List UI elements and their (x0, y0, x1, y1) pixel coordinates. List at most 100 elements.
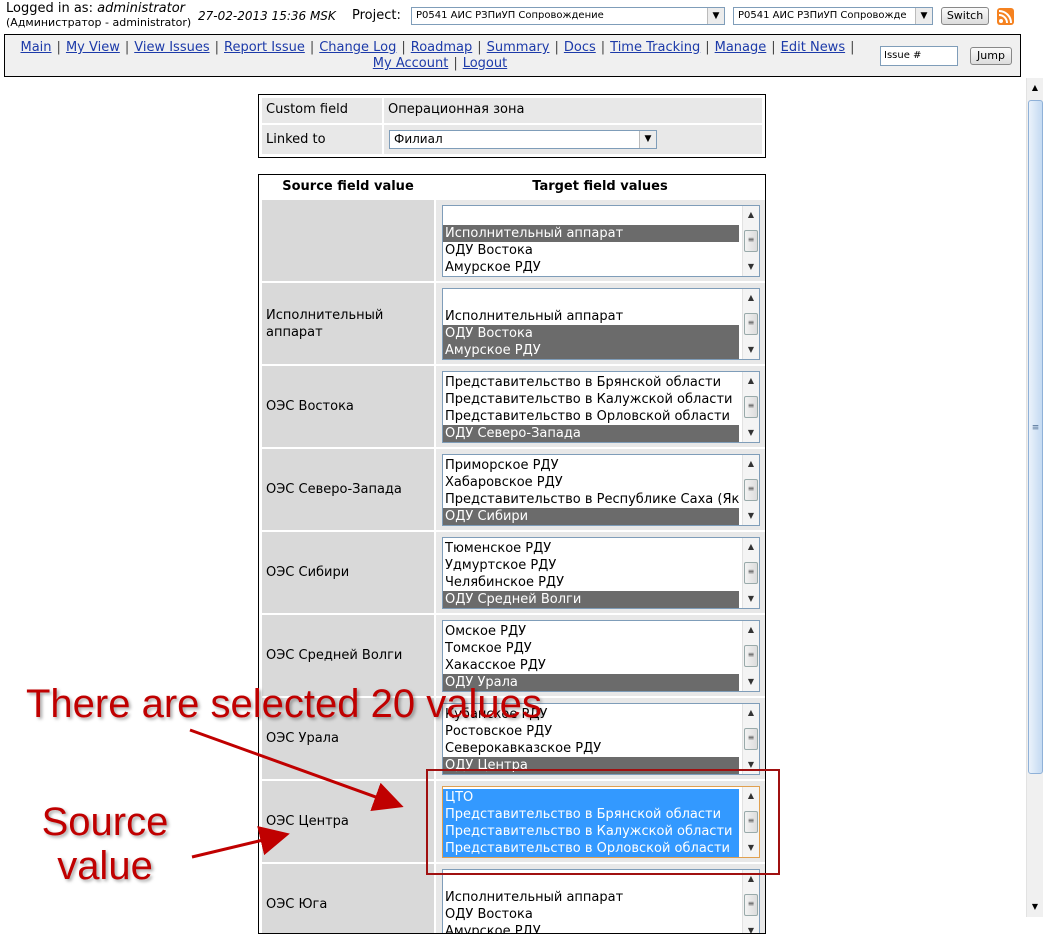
scroll-up-icon[interactable]: ▲ (1027, 80, 1043, 96)
scroll-thumb[interactable]: ≡ (744, 396, 758, 418)
scroll-down-icon[interactable]: ▼ (1027, 899, 1043, 915)
listbox-scrollbar[interactable]: ▲ ≡ ▼ (742, 621, 759, 691)
listbox-option[interactable]: Представительство в Орловской области (443, 840, 739, 857)
scroll-thumb[interactable]: ≡ (744, 728, 758, 750)
rss-icon[interactable] (997, 8, 1014, 25)
listbox-option[interactable]: ЦТО (443, 789, 739, 806)
listbox-option[interactable]: Хакасское РДУ (443, 657, 739, 674)
target-values-listbox[interactable]: Приморское РДУ Хабаровское РДУ Представите… (442, 454, 760, 526)
listbox-option[interactable]: ОДУ Востока (443, 325, 739, 342)
scroll-down-icon[interactable]: ▼ (743, 509, 759, 523)
page-scrollbar[interactable]: ▲ ≡ ▼ (1026, 78, 1043, 917)
listbox-option[interactable]: Исполнительный аппарат (443, 225, 739, 242)
listbox-option[interactable]: ОДУ Северо-Запада (443, 425, 739, 442)
menu-link-manage[interactable]: Manage (715, 40, 767, 55)
page-scroll-thumb[interactable]: ≡ (1028, 100, 1043, 774)
scroll-up-icon[interactable]: ▲ (743, 789, 759, 803)
chevron-down-icon[interactable]: ▼ (639, 131, 656, 148)
listbox-option[interactable]: ОДУ Средней Волги (443, 591, 739, 608)
listbox-scrollbar[interactable]: ▲ ≡ ▼ (742, 787, 759, 857)
menu-link-edit-news[interactable]: Edit News (781, 40, 845, 55)
menu-link-my-view[interactable]: My View (66, 40, 120, 55)
listbox-option[interactable] (443, 291, 739, 308)
menu-link-summary[interactable]: Summary (487, 40, 550, 55)
target-values-listbox[interactable]: Представительство в Брянской области Пред… (442, 371, 760, 443)
listbox-option[interactable]: ОДУ Востока (443, 906, 739, 923)
listbox-scrollbar[interactable]: ▲ ≡ ▼ (742, 704, 759, 774)
menu-link-docs[interactable]: Docs (564, 40, 596, 55)
scroll-up-icon[interactable]: ▲ (743, 457, 759, 471)
listbox-scrollbar[interactable]: ▲ ≡ ▼ (742, 289, 759, 359)
listbox-scrollbar[interactable]: ▲ ≡ ▼ (742, 538, 759, 608)
scroll-up-icon[interactable]: ▲ (743, 540, 759, 554)
listbox-option[interactable]: Представительство в Республике Саха (Яку… (443, 491, 739, 508)
listbox-option[interactable]: ОДУ Востока (443, 242, 739, 259)
scroll-thumb[interactable]: ≡ (744, 230, 758, 252)
listbox-option[interactable]: Представительство в Брянской области (443, 374, 739, 391)
scroll-down-icon[interactable]: ▼ (743, 260, 759, 274)
scroll-thumb[interactable]: ≡ (744, 562, 758, 584)
scroll-down-icon[interactable]: ▼ (743, 758, 759, 772)
switch-button[interactable]: Switch (941, 7, 989, 25)
menu-link-time-tracking[interactable]: Time Tracking (610, 40, 700, 55)
scroll-down-icon[interactable]: ▼ (743, 592, 759, 606)
scroll-thumb[interactable]: ≡ (744, 811, 758, 833)
listbox-option[interactable] (443, 872, 739, 889)
scroll-thumb[interactable]: ≡ (744, 894, 758, 916)
scroll-up-icon[interactable]: ▲ (743, 623, 759, 637)
target-values-listbox[interactable]: Тюменское РДУ Удмуртское РДУ Челябинское Р… (442, 537, 760, 609)
login-username[interactable]: administrator (97, 1, 185, 16)
scroll-thumb[interactable]: ≡ (744, 645, 758, 667)
listbox-option[interactable]: Исполнительный аппарат (443, 889, 739, 906)
issue-number-input[interactable]: Issue # (880, 46, 958, 66)
scroll-up-icon[interactable]: ▲ (743, 291, 759, 305)
scroll-up-icon[interactable]: ▲ (743, 374, 759, 388)
scroll-down-icon[interactable]: ▼ (743, 675, 759, 689)
listbox-option[interactable]: Представительство в Орловской области (443, 408, 739, 425)
target-values-listbox[interactable]: ЦТО Представительство в Брянской области П… (442, 786, 760, 858)
menu-link-my-account[interactable]: My Account (373, 56, 449, 71)
project-select[interactable]: P0541 АИС РЗПиУП Сопровождение ▼ (411, 7, 725, 25)
scroll-up-icon[interactable]: ▲ (743, 208, 759, 222)
listbox-option[interactable]: Амурское РДУ (443, 923, 739, 933)
scroll-thumb[interactable]: ≡ (744, 313, 758, 335)
listbox-scrollbar[interactable]: ▲ ≡ ▼ (742, 870, 759, 933)
scroll-down-icon[interactable]: ▼ (743, 426, 759, 440)
menu-link-change-log[interactable]: Change Log (319, 40, 396, 55)
listbox-scrollbar[interactable]: ▲ ≡ ▼ (742, 455, 759, 525)
listbox-option[interactable]: Томское РДУ (443, 640, 739, 657)
chevron-down-icon[interactable]: ▼ (707, 8, 724, 24)
listbox-option[interactable]: Представительство в Калужской области (443, 823, 739, 840)
listbox-option[interactable]: Тюменское РДУ (443, 540, 739, 557)
listbox-option[interactable]: Исполнительный аппарат (443, 308, 739, 325)
menu-link-main[interactable]: Main (21, 40, 52, 55)
menu-link-logout[interactable]: Logout (463, 56, 508, 71)
listbox-scrollbar[interactable]: ▲ ≡ ▼ (742, 372, 759, 442)
target-values-listbox[interactable]: Исполнительный аппарат ОДУ Востока Амурско… (442, 869, 760, 933)
listbox-option[interactable]: Северокавказское РДУ (443, 740, 739, 757)
listbox-option[interactable]: Представительство в Калужской области (443, 391, 739, 408)
menu-link-roadmap[interactable]: Roadmap (411, 40, 473, 55)
listbox-scrollbar[interactable]: ▲ ≡ ▼ (742, 206, 759, 276)
menu-link-report-issue[interactable]: Report Issue (224, 40, 305, 55)
listbox-option[interactable]: Амурское РДУ (443, 342, 739, 359)
scroll-thumb[interactable]: ≡ (744, 479, 758, 501)
scroll-up-icon[interactable]: ▲ (743, 706, 759, 720)
listbox-option[interactable]: Амурское РДУ (443, 259, 739, 276)
listbox-option[interactable]: Представительство в Брянской области (443, 806, 739, 823)
menu-link-view-issues[interactable]: View Issues (134, 40, 209, 55)
listbox-option[interactable]: Хабаровское РДУ (443, 474, 739, 491)
listbox-option[interactable]: ОДУ Сибири (443, 508, 739, 525)
listbox-option[interactable]: ОДУ Центра (443, 757, 739, 774)
listbox-option[interactable]: Челябинское РДУ (443, 574, 739, 591)
scroll-down-icon[interactable]: ▼ (743, 924, 759, 933)
subproject-select[interactable]: P0541 АИС РЗПиУП Сопровожде ▼ (733, 7, 933, 25)
target-values-listbox[interactable]: Исполнительный аппарат ОДУ Востока Амурско… (442, 288, 760, 360)
target-values-listbox[interactable]: Исполнительный аппарат ОДУ Востока Амурско… (442, 205, 760, 277)
listbox-option[interactable] (443, 208, 739, 225)
scroll-down-icon[interactable]: ▼ (743, 841, 759, 855)
scroll-down-icon[interactable]: ▼ (743, 343, 759, 357)
listbox-option[interactable]: Омское РДУ (443, 623, 739, 640)
listbox-option[interactable]: Удмуртское РДУ (443, 557, 739, 574)
chevron-down-icon[interactable]: ▼ (915, 8, 932, 24)
